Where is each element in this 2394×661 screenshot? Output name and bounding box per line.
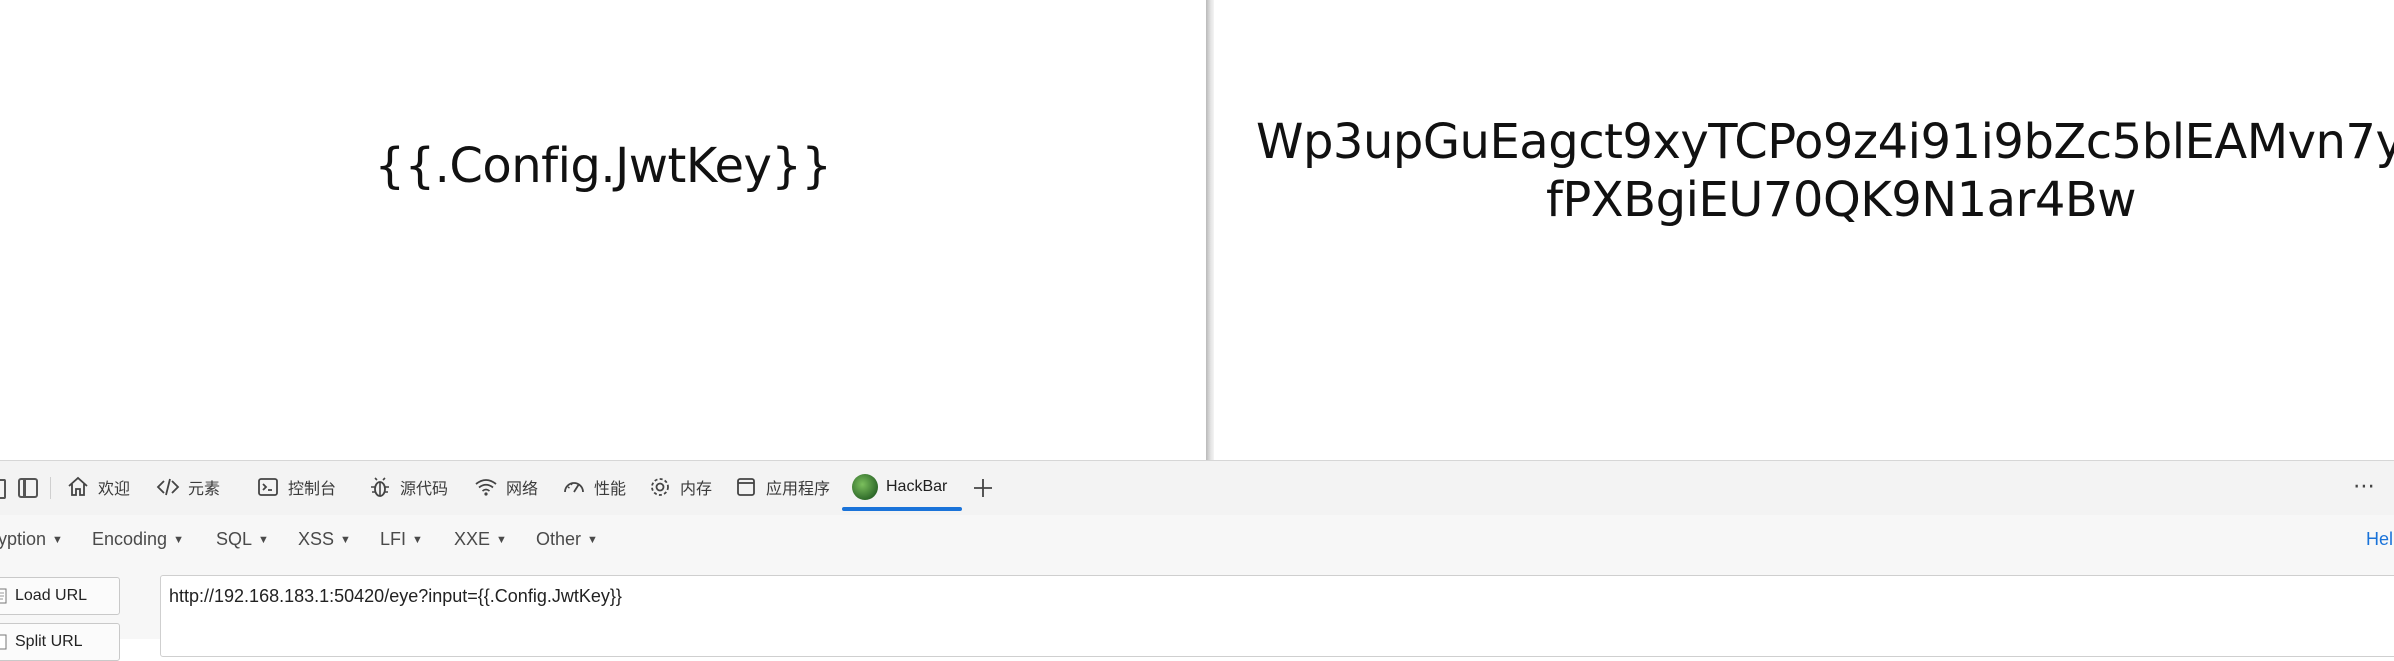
tab-label: 欢迎 bbox=[98, 481, 131, 498]
caret-down-icon: ▼ bbox=[340, 534, 351, 546]
menu-other[interactable]: Other ▼ bbox=[536, 529, 598, 550]
add-tab-button[interactable] bbox=[970, 475, 996, 501]
tab-application[interactable]: 应用程序 bbox=[734, 470, 830, 504]
dock-side-icon[interactable] bbox=[0, 479, 6, 499]
tab-network[interactable]: 网络 bbox=[474, 470, 538, 504]
code-icon bbox=[156, 478, 180, 496]
gear-icon bbox=[651, 478, 669, 496]
menu-encoding[interactable]: Encoding ▼ bbox=[92, 529, 184, 550]
caret-down-icon: ▼ bbox=[587, 534, 598, 546]
pane-divider[interactable] bbox=[1206, 0, 1214, 460]
app-window-icon bbox=[737, 478, 755, 496]
devtools-tab-bar: 欢迎 元素 控制台 源代码 网络 性能 内存 应用程序 HackBar ⋯ bbox=[0, 461, 2394, 516]
hackbar-body: Load URL Split URL http://192.168.183.1:… bbox=[0, 565, 2394, 661]
tab-welcome[interactable]: 欢迎 bbox=[66, 470, 130, 504]
menu-lfi[interactable]: LFI ▼ bbox=[380, 529, 423, 550]
tab-separator bbox=[50, 477, 51, 499]
tab-memory[interactable]: 内存 bbox=[648, 470, 712, 504]
right-page-pane: Wp3upGuEagct9xyTCPo9z4i91i9bZc5blEAMvn7y… bbox=[1214, 0, 2394, 460]
caret-down-icon: ▼ bbox=[258, 534, 269, 546]
file-icon bbox=[0, 588, 7, 604]
split-icon bbox=[0, 634, 7, 650]
url-value: http://192.168.183.1:50420/eye?input={{.… bbox=[169, 586, 622, 606]
sidebar-toggle-icon[interactable] bbox=[18, 478, 38, 498]
caret-down-icon: ▼ bbox=[52, 534, 63, 546]
tab-label: 性能 bbox=[594, 481, 627, 498]
url-textarea[interactable]: http://192.168.183.1:50420/eye?input={{.… bbox=[160, 575, 2394, 657]
menu-label: Other bbox=[536, 529, 582, 549]
plus-icon bbox=[974, 479, 992, 497]
tab-console[interactable]: 控制台 bbox=[256, 470, 336, 504]
menu-sql[interactable]: SQL ▼ bbox=[216, 529, 269, 550]
tab-hackbar[interactable]: HackBar bbox=[852, 470, 947, 504]
rendered-output-line-2: fPXBgiEU70QK9N1ar4Bw bbox=[1545, 172, 2137, 228]
hackbar-menu-bar: yption ▼ Encoding ▼ SQL ▼ XSS ▼ LFI ▼ XXE ▼ Ot… bbox=[0, 515, 2394, 566]
menu-label: LFI bbox=[380, 529, 407, 549]
tab-performance[interactable]: 性能 bbox=[562, 470, 626, 504]
menu-label: yption bbox=[0, 529, 47, 549]
bug-icon bbox=[371, 477, 389, 497]
rendered-output-line-1: Wp3upGuEagct9xyTCPo9z4i91i9bZc5blEAMvn7y… bbox=[1256, 114, 2394, 170]
wifi-icon bbox=[475, 479, 497, 496]
help-link[interactable]: Hel bbox=[2366, 529, 2393, 550]
console-icon bbox=[258, 478, 278, 496]
menu-label: XXE bbox=[454, 529, 491, 549]
more-options-icon[interactable]: ⋯ bbox=[2353, 473, 2376, 499]
split-url-button[interactable]: Split URL bbox=[0, 623, 120, 661]
template-input-display: {{.Config.JwtKey}} bbox=[374, 138, 832, 194]
tab-label: 源代码 bbox=[400, 481, 449, 498]
tab-label: 内存 bbox=[680, 481, 713, 498]
caret-down-icon: ▼ bbox=[496, 534, 507, 546]
menu-label: SQL bbox=[216, 529, 253, 549]
menu-encryption[interactable]: yption ▼ bbox=[0, 529, 63, 550]
tab-elements[interactable]: 元素 bbox=[156, 470, 220, 504]
load-url-button[interactable]: Load URL bbox=[0, 577, 120, 615]
button-label: Split URL bbox=[15, 633, 83, 650]
gauge-icon bbox=[564, 482, 584, 493]
hackbar-logo-icon bbox=[852, 474, 878, 500]
tab-label: HackBar bbox=[886, 478, 948, 495]
menu-label: Encoding bbox=[92, 529, 168, 549]
tab-label: 应用程序 bbox=[766, 481, 831, 498]
tab-label: 网络 bbox=[506, 481, 539, 498]
menu-label: XSS bbox=[298, 529, 335, 549]
tab-label: 元素 bbox=[188, 481, 221, 498]
menu-xxe[interactable]: XXE ▼ bbox=[454, 529, 507, 550]
tab-label: 控制台 bbox=[288, 481, 337, 498]
button-label: Load URL bbox=[15, 587, 88, 604]
caret-down-icon: ▼ bbox=[173, 534, 184, 546]
left-page-pane bbox=[0, 0, 1206, 460]
active-tab-indicator bbox=[842, 507, 962, 511]
tab-sources[interactable]: 源代码 bbox=[368, 470, 448, 504]
caret-down-icon: ▼ bbox=[412, 534, 423, 546]
devtools-panel: 欢迎 元素 控制台 源代码 网络 性能 内存 应用程序 HackBar ⋯ yp… bbox=[0, 460, 2394, 661]
menu-xss[interactable]: XSS ▼ bbox=[298, 529, 351, 550]
home-icon bbox=[68, 476, 88, 496]
